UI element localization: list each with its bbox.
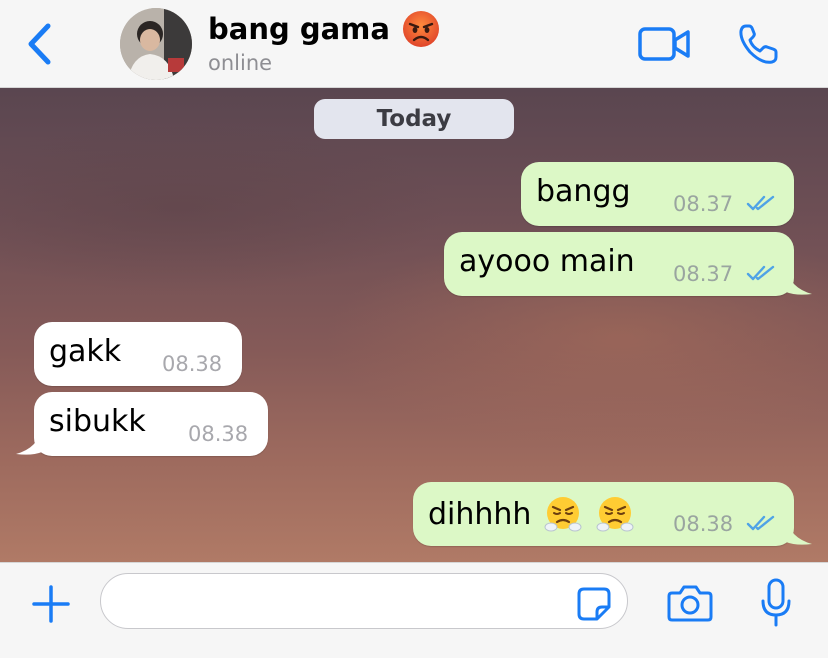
message-input-bar bbox=[0, 562, 828, 658]
voice-call-button[interactable] bbox=[734, 20, 782, 68]
message-incoming[interactable]: gakk 08.38 bbox=[34, 322, 242, 386]
microphone-icon bbox=[761, 578, 791, 627]
video-call-icon bbox=[638, 27, 690, 61]
voice-record-button[interactable] bbox=[754, 575, 798, 631]
message-time: 08.38 bbox=[162, 352, 223, 376]
read-ticks-icon bbox=[746, 515, 775, 531]
video-call-button[interactable] bbox=[636, 22, 692, 66]
message-text: ayooo main bbox=[459, 244, 635, 279]
avatar-photo bbox=[120, 8, 192, 80]
message-text: bangg bbox=[536, 174, 631, 209]
date-separator: Today bbox=[314, 99, 514, 139]
read-ticks-icon bbox=[746, 265, 775, 281]
angry-face-emoji bbox=[402, 11, 439, 47]
contact-avatar[interactable] bbox=[120, 8, 192, 80]
message-outgoing[interactable]: ayooo main 08.37 bbox=[444, 232, 794, 296]
message-time: 08.37 bbox=[673, 262, 734, 286]
chat-screen: bang gama online Today bangg 08.37 ayooo… bbox=[0, 0, 828, 658]
contact-name[interactable]: bang gama bbox=[208, 10, 440, 48]
sticker-icon bbox=[577, 587, 611, 621]
contact-name-text: bang gama bbox=[208, 12, 390, 46]
message-outgoing[interactable]: bangg 08.37 bbox=[521, 162, 794, 226]
message-time: 08.38 bbox=[188, 422, 249, 446]
phone-icon bbox=[739, 24, 778, 64]
message-incoming[interactable]: sibukk 08.38 bbox=[34, 392, 268, 456]
bubble-tail bbox=[786, 268, 812, 295]
message-text: dihhhh bbox=[428, 494, 635, 534]
contact-status: online bbox=[208, 51, 273, 75]
message-input[interactable] bbox=[100, 573, 628, 629]
message-text: sibukk bbox=[49, 404, 146, 439]
camera-button[interactable] bbox=[664, 579, 716, 627]
bubble-tail bbox=[16, 428, 42, 455]
read-ticks-icon bbox=[746, 195, 775, 211]
message-time: 08.37 bbox=[673, 192, 734, 216]
message-text-content: dihhhh bbox=[428, 496, 532, 532]
message-time: 08.38 bbox=[673, 512, 734, 536]
plus-icon bbox=[32, 585, 70, 623]
message-text: gakk bbox=[49, 334, 122, 369]
chat-header: bang gama online bbox=[0, 0, 828, 88]
face-with-steam-emoji bbox=[596, 497, 634, 532]
camera-icon bbox=[667, 585, 713, 622]
attach-button[interactable] bbox=[28, 581, 74, 627]
bubble-tail bbox=[786, 518, 812, 545]
chevron-left-icon bbox=[28, 23, 51, 65]
back-button[interactable] bbox=[22, 20, 56, 68]
face-with-steam-emoji bbox=[544, 497, 582, 532]
sticker-button[interactable] bbox=[574, 584, 614, 624]
message-outgoing[interactable]: dihhhh 08.38 bbox=[413, 482, 794, 546]
message-list[interactable]: Today bangg 08.37 ayooo main 08.37 gakk bbox=[0, 88, 828, 562]
